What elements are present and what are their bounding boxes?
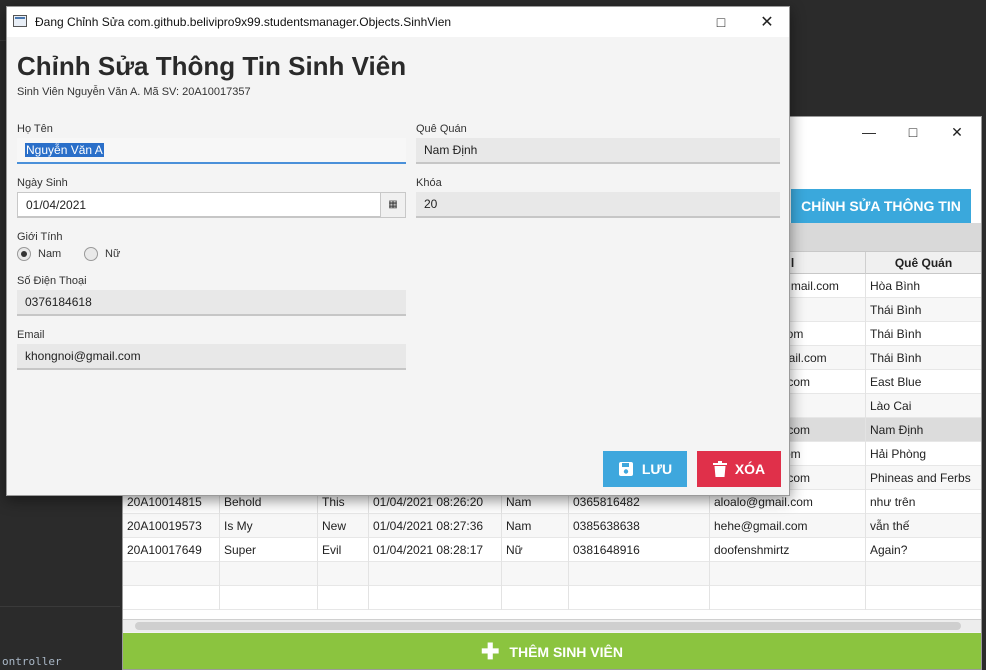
empty-cell — [710, 586, 866, 610]
edit-info-button[interactable]: CHỈNH SỬA THÔNG TIN — [791, 189, 971, 223]
empty-cell — [569, 586, 710, 610]
table-row-empty — [123, 586, 981, 610]
empty-cell — [318, 586, 369, 610]
save-icon — [618, 462, 633, 476]
cell-hometown: Thái Bình — [866, 322, 981, 346]
calendar-icon[interactable]: ▦ — [380, 193, 405, 217]
cell-hometown: Phineas and Ferbs — [866, 466, 981, 490]
cell-date: 01/04/2021 08:27:36 — [369, 514, 502, 538]
trash-icon — [712, 461, 727, 477]
cell-hometown: Hải Phòng — [866, 442, 981, 466]
table-row-empty — [123, 562, 981, 586]
phone-input[interactable]: 0376184618 — [17, 290, 406, 316]
cell-hometown: như trên — [866, 490, 981, 514]
cell-phone: 0381648916 — [569, 538, 710, 562]
cell-gender: Nữ — [502, 538, 569, 562]
save-button[interactable]: LƯU — [603, 451, 687, 487]
phone-label: Số Điện Thoại — [17, 275, 87, 287]
cell-hometown: Hòa Bình — [866, 274, 981, 298]
hometown-input[interactable]: Nam Định — [416, 138, 780, 164]
empty-cell — [318, 562, 369, 586]
name-value: Nguyễn Văn A — [25, 143, 104, 157]
cell-email: hehe@gmail.com — [710, 514, 866, 538]
email-label: Email — [17, 329, 45, 341]
empty-cell — [369, 586, 502, 610]
dialog-title: Đang Chỉnh Sửa com.github.belivipro9x99.… — [35, 15, 452, 29]
empty-cell — [569, 562, 710, 586]
cell-date: 01/04/2021 08:28:17 — [369, 538, 502, 562]
empty-cell — [123, 562, 220, 586]
dialog-titlebar: Đang Chỉnh Sửa com.github.belivipro9x99.… — [7, 7, 789, 37]
scrollbar-thumb[interactable] — [135, 622, 961, 630]
add-student-button[interactable]: ✚ THÊM SINH VIÊN — [123, 633, 981, 669]
plus-icon: ✚ — [480, 639, 500, 664]
gender-male-radio[interactable] — [17, 247, 31, 261]
edit-student-dialog: Đang Chỉnh Sửa com.github.belivipro9x99.… — [6, 6, 790, 496]
course-label: Khóa — [416, 177, 442, 189]
empty-cell — [502, 562, 569, 586]
page-subtitle: Sinh Viên Nguyễn Văn A. Mã SV: 20A100173… — [17, 86, 251, 98]
empty-cell — [369, 562, 502, 586]
delete-label: XÓA — [734, 461, 766, 477]
cell-student-id: 20A10017649 — [123, 538, 220, 562]
cell-email: doofenshmirtz — [710, 538, 866, 562]
empty-cell — [502, 586, 569, 610]
gender-female-radio[interactable] — [84, 247, 98, 261]
cell-hometown: vẫn thế — [866, 514, 981, 538]
page-title: Chỉnh Sửa Thông Tin Sinh Viên — [17, 51, 407, 81]
column-header-hometown[interactable]: Quê Quán — [866, 252, 981, 274]
dob-date-picker[interactable]: 01/04/2021 ▦ — [17, 192, 406, 218]
empty-cell — [220, 586, 318, 610]
course-input[interactable]: 20 — [416, 192, 780, 218]
cell-hometown: Thái Bình — [866, 346, 981, 370]
cell-hometown: Thái Bình — [866, 298, 981, 322]
cell-hometown: Nam Định — [866, 418, 981, 442]
gender-label: Giới Tính — [17, 231, 63, 243]
maximize-icon[interactable]: □ — [699, 7, 743, 37]
minimize-icon[interactable]: — — [847, 117, 891, 147]
dob-value: 01/04/2021 — [26, 198, 87, 212]
ide-divider — [0, 606, 120, 607]
add-student-label: THÊM SINH VIÊN — [509, 644, 623, 660]
email-input[interactable]: khongnoi@gmail.com — [17, 344, 406, 370]
cell-hometown: Lào Cai — [866, 394, 981, 418]
hometown-label: Quê Quán — [416, 123, 467, 135]
close-icon[interactable]: ✕ — [745, 7, 789, 37]
app-window-icon — [13, 15, 27, 27]
empty-cell — [123, 586, 220, 610]
table-row[interactable]: 20A10019573 Is My New 01/04/2021 08:27:3… — [123, 514, 981, 538]
empty-cell — [220, 562, 318, 586]
maximize-icon[interactable]: □ — [891, 117, 935, 147]
horizontal-scrollbar[interactable] — [123, 619, 981, 632]
cell-phone: 0385638638 — [569, 514, 710, 538]
close-icon[interactable]: ✕ — [935, 117, 979, 147]
cell-first-name: New — [318, 514, 369, 538]
ide-code-text: ontroller — [2, 655, 62, 668]
name-input[interactable]: Nguyễn Văn A — [17, 138, 406, 164]
cell-hometown: Again? — [866, 538, 981, 562]
name-label: Họ Tên — [17, 123, 53, 135]
cell-last-name: Is My — [220, 514, 318, 538]
gender-male-label[interactable]: Nam — [38, 248, 61, 260]
cell-hometown: East Blue — [866, 370, 981, 394]
gender-female-label[interactable]: Nữ — [105, 248, 120, 260]
empty-cell — [710, 562, 866, 586]
cell-gender: Nam — [502, 514, 569, 538]
cell-student-id: 20A10019573 — [123, 514, 220, 538]
delete-button[interactable]: XÓA — [697, 451, 781, 487]
cell-first-name: Evil — [318, 538, 369, 562]
cell-last-name: Super — [220, 538, 318, 562]
dob-label: Ngày Sinh — [17, 177, 68, 189]
table-row[interactable]: 20A10017649 Super Evil 01/04/2021 08:28:… — [123, 538, 981, 562]
save-label: LƯU — [641, 461, 673, 477]
